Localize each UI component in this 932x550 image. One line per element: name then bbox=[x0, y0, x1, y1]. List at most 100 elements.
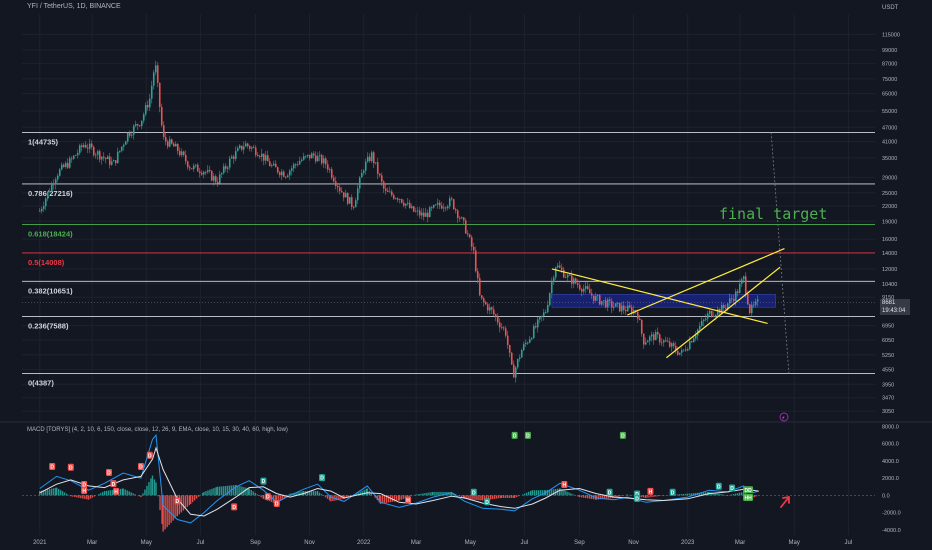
macd-histogram-bar bbox=[395, 495, 398, 502]
macd-histogram-bar bbox=[191, 495, 194, 503]
candle-body bbox=[166, 141, 169, 147]
macd-histogram-bar bbox=[324, 495, 327, 498]
macd-marker-label: H bbox=[82, 489, 86, 495]
x-tick-label: Nov bbox=[304, 540, 315, 546]
macd-histogram-bar bbox=[689, 493, 691, 496]
candle-body bbox=[306, 154, 309, 156]
candle-body bbox=[318, 155, 321, 157]
candle-body bbox=[354, 200, 357, 208]
candle-body bbox=[752, 304, 755, 306]
candle-body bbox=[64, 162, 67, 167]
macd-histogram-bar bbox=[111, 489, 114, 496]
candle-body bbox=[688, 341, 691, 350]
candle-body bbox=[312, 153, 315, 156]
candle-body bbox=[78, 145, 81, 153]
candle-body bbox=[154, 65, 157, 73]
macd-histogram-bar bbox=[209, 489, 211, 496]
macd-histogram-bar bbox=[481, 495, 484, 501]
macd-histogram-bar bbox=[189, 495, 192, 504]
macd-histogram-bar bbox=[586, 495, 589, 499]
candle-body bbox=[368, 156, 371, 162]
chart-area[interactable]: 2021 Mar May Jul Sep Nov 2022 Mar May Jul Sep Nov 20… bbox=[0, 0, 932, 550]
candle-body bbox=[730, 298, 733, 300]
fib-label: 0.382(10651) bbox=[28, 286, 73, 295]
candle-body bbox=[414, 211, 417, 212]
macd-histogram-bar bbox=[432, 491, 434, 496]
candle-body bbox=[444, 207, 447, 209]
macd-histogram-bar bbox=[525, 492, 528, 496]
live-price: 8681 bbox=[882, 300, 896, 306]
macd-histogram-bar bbox=[122, 488, 124, 496]
candle-body bbox=[334, 181, 337, 187]
y-tick-label: 55000 bbox=[882, 109, 897, 115]
candle-body bbox=[472, 246, 475, 251]
candle-body bbox=[554, 267, 557, 278]
candle-body bbox=[404, 203, 407, 206]
macd-histogram-bar bbox=[237, 485, 239, 496]
candle-body bbox=[522, 344, 525, 351]
candle-body bbox=[58, 169, 61, 176]
candle-body bbox=[454, 209, 457, 211]
macd-histogram-bar bbox=[218, 486, 220, 496]
macd-histogram-bar bbox=[738, 492, 741, 496]
macd-marker-label: D bbox=[266, 495, 270, 501]
candle-body bbox=[756, 299, 759, 302]
candle-body bbox=[700, 320, 703, 327]
macd-histogram-bar bbox=[683, 493, 685, 496]
macd-histogram-bar bbox=[84, 495, 86, 499]
macd-histogram-bar bbox=[250, 489, 252, 496]
macd-histogram-bar bbox=[254, 492, 256, 496]
candle-body bbox=[240, 145, 243, 150]
macd-histogram-bar bbox=[256, 494, 258, 496]
candle-body bbox=[348, 197, 351, 204]
candle-body bbox=[158, 82, 161, 108]
candle-body bbox=[750, 304, 753, 314]
candle-body bbox=[574, 278, 577, 284]
candle-body bbox=[416, 210, 419, 212]
lightning-icon: ⚡ bbox=[782, 416, 786, 422]
macd-histogram-bar bbox=[262, 495, 265, 499]
candle-body bbox=[304, 155, 307, 157]
macd-histogram-bar bbox=[314, 491, 317, 496]
macd-histogram-bar bbox=[687, 493, 689, 496]
candle-body bbox=[550, 282, 553, 294]
macd-histogram-bar bbox=[47, 489, 49, 496]
macd-histogram-bar bbox=[681, 494, 683, 496]
macd-histogram-bar bbox=[76, 495, 78, 498]
candle-body bbox=[406, 202, 409, 204]
macd-histogram-bar bbox=[326, 495, 329, 499]
candle-body bbox=[222, 166, 225, 173]
macd-histogram-bar bbox=[438, 491, 440, 496]
candle-body bbox=[48, 191, 51, 193]
candle-body bbox=[146, 105, 149, 108]
macd-histogram-bar bbox=[417, 494, 419, 496]
candle-body bbox=[270, 165, 273, 167]
candle-body bbox=[338, 187, 341, 192]
macd-histogram-bar bbox=[86, 495, 88, 500]
macd-histogram-bar bbox=[203, 491, 205, 496]
chart-canvas[interactable]: 2021 Mar May Jul Sep Nov 2022 Mar May Jul Sep Nov 20… bbox=[0, 0, 932, 550]
macd-histogram-bar bbox=[252, 491, 254, 496]
macd-marker-label: HH bbox=[744, 496, 752, 502]
macd-histogram-bar bbox=[228, 485, 230, 496]
candle-body bbox=[130, 134, 133, 136]
macd-histogram-bar bbox=[495, 495, 498, 499]
candle-body bbox=[572, 278, 575, 284]
candle-body bbox=[258, 156, 261, 157]
candle-body bbox=[410, 206, 413, 208]
candle-body bbox=[178, 150, 181, 156]
candle-body bbox=[488, 307, 491, 311]
macd-histogram-bar bbox=[55, 487, 58, 496]
candle-body bbox=[622, 305, 625, 311]
candle-body bbox=[612, 306, 615, 308]
macd-histogram-bar bbox=[182, 495, 185, 511]
x-tick-label: Mar bbox=[735, 540, 745, 546]
candle-body bbox=[590, 293, 593, 296]
x-tick-label: 2022 bbox=[357, 540, 371, 546]
candle-body bbox=[598, 295, 601, 305]
candle-body bbox=[502, 327, 505, 329]
candle-body bbox=[402, 202, 405, 206]
y-tick-label: 29000 bbox=[882, 175, 897, 181]
candle-body bbox=[268, 161, 271, 167]
candle-body bbox=[670, 343, 673, 347]
